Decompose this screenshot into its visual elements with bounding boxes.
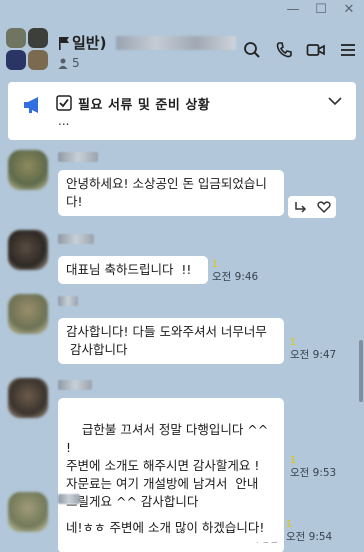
unread-count: 1 [286, 519, 293, 530]
chat-header: 일반) 5 [0, 24, 364, 76]
message-time: 오전 9:53 [290, 467, 337, 479]
avatar [6, 28, 26, 48]
unread-count: 1 [212, 259, 219, 270]
sender-name-redacted [58, 494, 80, 504]
avatar [28, 50, 48, 70]
close-button[interactable]: ✕ [342, 3, 356, 17]
minimize-button[interactable]: — [286, 3, 300, 17]
notice-title: 필요 서류 및 준비 상황 [78, 98, 211, 113]
message-time: 오전 9:46 [212, 271, 259, 283]
heart-icon[interactable] [317, 201, 331, 213]
sender-name-redacted [58, 380, 92, 390]
message-bubble[interactable]: 안녕하세요! 소상공인 돈 입금되었습니 다! [58, 170, 284, 216]
avatar [6, 50, 26, 70]
maximize-button[interactable]: ☐ [314, 3, 328, 17]
unread-count: 1 [290, 455, 297, 466]
chevron-down-icon[interactable] [328, 96, 342, 106]
window-titlebar: — ☐ ✕ [0, 0, 364, 22]
message-time: 오전 9:54 [286, 531, 333, 543]
unread-count: 1 [290, 337, 297, 348]
message-meta: 1 오전 9:53 [290, 454, 336, 480]
reply-icon[interactable] [293, 201, 307, 213]
sender-name-redacted [58, 234, 94, 244]
flag-icon [59, 37, 69, 50]
member-count-label: 5 [72, 56, 80, 70]
avatar [28, 28, 48, 48]
search-icon[interactable] [242, 40, 262, 60]
avatar[interactable] [8, 378, 48, 418]
member-count[interactable]: 5 [58, 56, 80, 70]
phone-icon[interactable] [274, 40, 294, 60]
message-meta: 1 오전 9:54 [286, 518, 332, 544]
group-avatar[interactable] [6, 28, 50, 72]
avatar[interactable] [8, 294, 48, 334]
megaphone-icon [24, 97, 38, 113]
menu-icon[interactable] [338, 40, 358, 60]
avatar[interactable] [8, 150, 48, 190]
avatar[interactable] [8, 492, 48, 532]
video-call-icon[interactable] [306, 40, 326, 60]
person-icon [58, 58, 68, 69]
message-meta: 1 오전 9:47 [290, 336, 336, 362]
avatar[interactable] [8, 230, 48, 270]
message-bubble[interactable]: 대표님 축하드립니다 !! [58, 256, 208, 284]
message-bubble[interactable]: 네!ㅎㅎ 주변에 소개 많이 하겠습니다! [58, 514, 280, 542]
notice-ellipsis: ... [58, 114, 70, 128]
scrollbar-thumb[interactable] [359, 340, 363, 402]
message-bubble[interactable]: 감사합니다! 다들 도와주셔서 너무너무 감사합니다 [58, 318, 284, 364]
message-meta: 1 오전 9:46 [212, 258, 258, 284]
sender-name-redacted [58, 296, 78, 306]
message-text: 급한불 끄셔서 정말 다행입니다 ^^ ! 주변에 소개도 해주시면 감사할게요… [66, 422, 269, 509]
message-actions [288, 196, 336, 218]
sender-name-redacted [58, 152, 98, 162]
notice-banner[interactable]: 필요 서류 및 준비 상황 ... [8, 82, 356, 140]
message-time: 오전 9:47 [290, 349, 337, 361]
room-title-redacted [116, 36, 236, 50]
room-title: 일반) [72, 34, 107, 52]
checkbox-icon [56, 95, 72, 111]
